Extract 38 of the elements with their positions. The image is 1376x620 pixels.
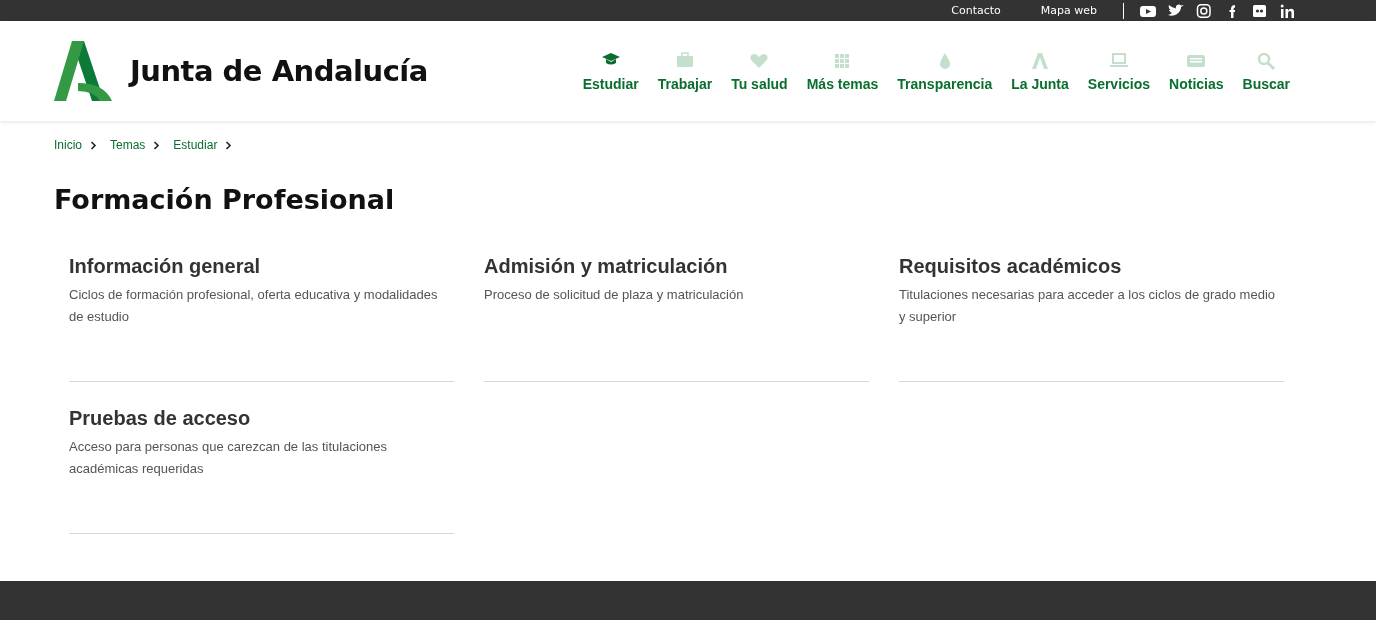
top-link[interactable]: Mapa web (1040, 4, 1097, 17)
top-link[interactable]: Contacto (951, 4, 1001, 17)
a-logo-icon (1030, 50, 1050, 71)
instagram-icon[interactable] (1196, 3, 1212, 18)
card-description: Titulaciones necesarias para acceder a los ciclos de grado medio y superior (899, 286, 1276, 326)
nav-item[interactable]: Más temas (806, 50, 879, 92)
breadcrumb-link[interactable]: Inicio (54, 138, 82, 152)
search-icon (1256, 50, 1277, 71)
topic-card[interactable]: Admisión y matriculación Proceso de solicitud de plaza y matriculación (484, 255, 869, 382)
nav-item[interactable]: Buscar (1242, 50, 1290, 92)
topic-card[interactable]: Información general Ciclos de formación profesional, oferta educativa y modalidades de estudio (69, 255, 454, 382)
logo-text[interactable]: Junta de Andalucía (130, 54, 428, 88)
card-description: Ciclos de formación profesional, oferta educativa y modalidades de estudio (69, 286, 439, 326)
card-title[interactable]: Requisitos académicos (899, 255, 1284, 278)
card-description: Acceso para personas que carezcan de las titulaciones académicas requeridas (69, 438, 388, 478)
nav-item[interactable]: Tu salud (731, 50, 788, 92)
chevron-icon (225, 140, 233, 150)
flickr-icon[interactable] (1252, 3, 1268, 18)
nav-item[interactable]: Servicios (1087, 50, 1151, 92)
nav-item[interactable]: Transparencia (897, 50, 993, 92)
breadcrumb-link[interactable]: Temas (110, 138, 146, 152)
topic-card[interactable]: Pruebas de acceso Acceso para personas que carezcan de las titulaciones académicas requeridas (69, 407, 454, 534)
topic-card[interactable]: Requisitos académicos Titulaciones necesarias para acceder a los ciclos de grado medio y superior (899, 255, 1284, 382)
breadcrumb-link[interactable]: Estudiar (173, 138, 218, 152)
chevron-icon (153, 140, 161, 150)
nav-item[interactable]: Trabajar (657, 50, 713, 92)
chevron-icon (90, 140, 97, 150)
bird-icon[interactable] (1168, 3, 1184, 18)
card-title[interactable]: Admisión y matriculación (484, 255, 869, 278)
card-title[interactable]: Información general (69, 255, 454, 278)
youtube-icon[interactable] (1140, 3, 1156, 18)
card-description: Proceso de solicitud de plaza y matriculación (484, 286, 745, 304)
card-title[interactable]: Pruebas de acceso (69, 407, 454, 430)
nav-item[interactable]: Estudiar (582, 50, 639, 92)
nav-item[interactable]: Noticias (1169, 50, 1224, 92)
nav-item[interactable]: La Junta (1011, 50, 1069, 92)
linkedin-icon[interactable] (1280, 3, 1296, 18)
page-title: Formación Profesional (54, 184, 396, 215)
